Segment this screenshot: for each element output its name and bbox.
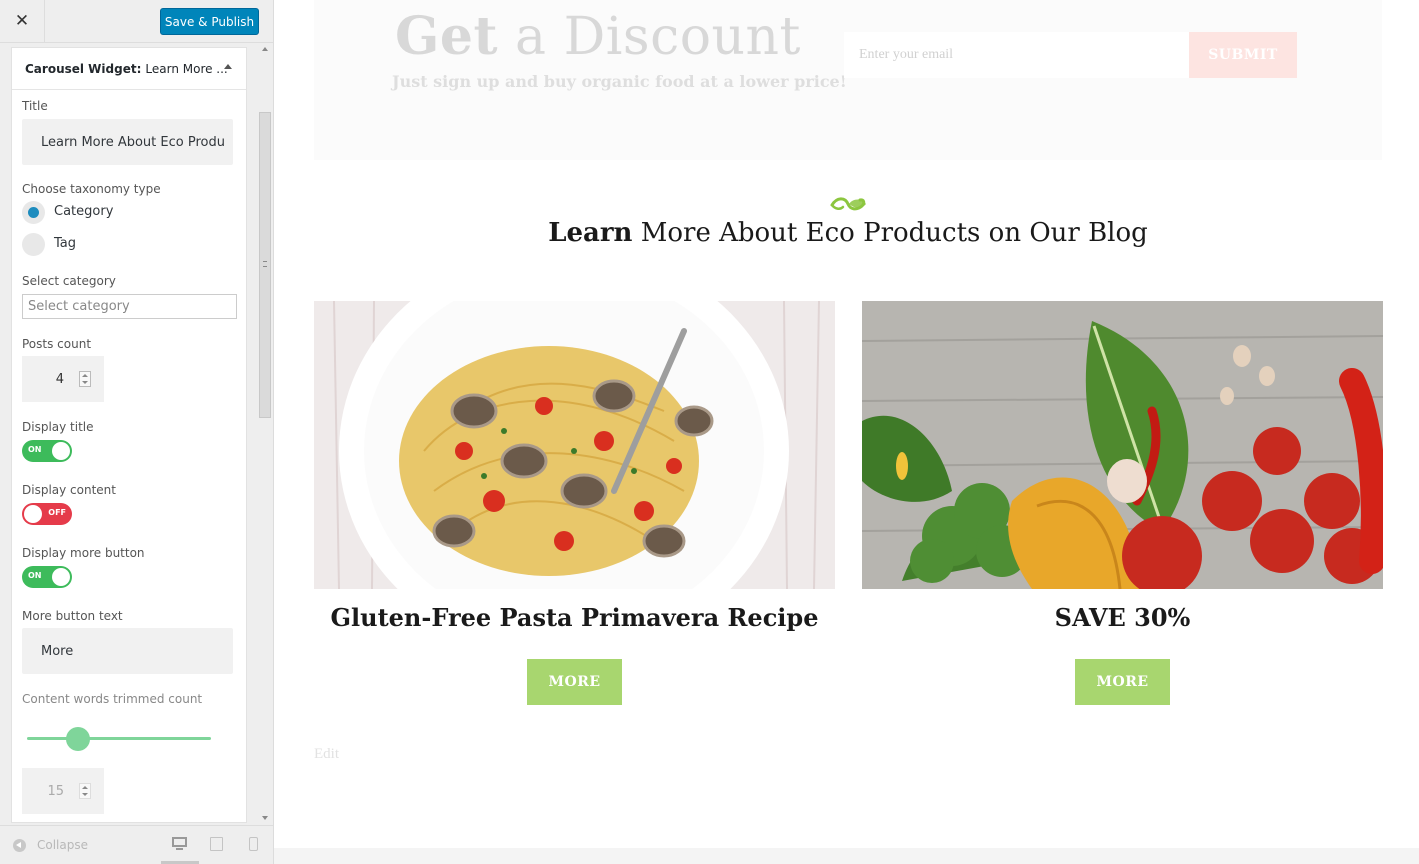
discount-title-rest: a Discount <box>498 7 801 67</box>
discount-title-bold: Get <box>395 6 499 67</box>
site-preview: Get a Discount Just sign up and buy orga… <box>274 0 1419 864</box>
display-content-toggle[interactable]: OFF <box>22 503 72 525</box>
posts-count-value[interactable]: 4 <box>22 356 64 402</box>
toggle-knob <box>24 505 42 523</box>
radio-tag-label[interactable]: Tag <box>54 236 76 251</box>
blog-title-bold: Learn <box>548 218 633 248</box>
taxonomy-label: Choose taxonomy type <box>22 182 161 196</box>
toggle-knob <box>52 442 70 460</box>
display-title-label: Display title <box>22 420 94 434</box>
category-label: Select category <box>22 274 116 288</box>
toggle-state: OFF <box>48 508 66 517</box>
trim-count-label: Content words trimmed count <box>22 692 203 706</box>
scrollbar-thumb[interactable] <box>259 112 271 418</box>
spinner-arrows-icon[interactable] <box>79 371 91 387</box>
title-label: Title <box>22 99 48 113</box>
collapse-button[interactable]: Collapse <box>37 838 88 852</box>
display-content-label: Display content <box>22 483 116 497</box>
widget-title-label: Learn More ... <box>145 61 228 76</box>
mobile-icon[interactable] <box>249 837 258 851</box>
customizer-sidebar: ✕ Save & Publish Carousel Widget: Learn … <box>0 0 274 864</box>
save-publish-button[interactable]: Save & Publish <box>160 8 259 35</box>
posts-count-stepper[interactable]: 4 <box>22 356 104 402</box>
trim-slider-handle[interactable] <box>66 727 90 751</box>
sidebar-scrollbar[interactable] <box>257 43 273 824</box>
widget-panel: Carousel Widget: Learn More ... Title Le… <box>11 47 247 823</box>
toggle-knob <box>52 568 70 586</box>
more-text-label: More button text <box>22 609 123 623</box>
blog-title-rest: More About Eco Products on Our Blog <box>632 218 1148 248</box>
close-icon[interactable]: ✕ <box>0 0 45 42</box>
discount-subtitle: Just sign up and buy organic food at a l… <box>392 72 847 91</box>
edit-link[interactable]: Edit <box>314 746 339 763</box>
discount-section: Get a Discount Just sign up and buy orga… <box>314 0 1382 160</box>
display-title-toggle[interactable]: ON <box>22 440 72 462</box>
vegetables-photo[interactable] <box>862 301 1383 589</box>
spinner-arrows-icon[interactable] <box>79 783 91 799</box>
post-title[interactable]: SAVE 30% <box>862 603 1383 632</box>
radio-category-label[interactable]: Category <box>54 204 113 219</box>
caret-up-icon[interactable] <box>224 64 232 69</box>
more-text-input[interactable]: More <box>22 628 233 674</box>
scroll-up-icon[interactable] <box>262 47 268 51</box>
footer-strip <box>274 848 1419 864</box>
blog-section-title: Learn More About Eco Products on Our Blo… <box>314 218 1382 248</box>
grip-icon <box>263 261 267 267</box>
customizer-header: ✕ Save & Publish <box>0 0 273 43</box>
display-more-label: Display more button <box>22 546 145 560</box>
category-select[interactable]: Select category <box>22 294 237 319</box>
customizer-footer: Collapse <box>0 825 273 864</box>
display-more-toggle[interactable]: ON <box>22 566 72 588</box>
widget-type-label: Carousel Widget: <box>25 61 142 76</box>
scroll-down-icon[interactable] <box>262 816 268 820</box>
widget-panel-header[interactable]: Carousel Widget: Learn More ... <box>12 48 246 90</box>
pasta-clams-photo[interactable] <box>314 301 835 589</box>
discount-title: Get a Discount <box>395 6 801 67</box>
more-button[interactable]: MORE <box>527 659 622 705</box>
collapse-icon[interactable] <box>13 839 26 852</box>
trim-count-value[interactable]: 15 <box>22 768 64 814</box>
radio-tag[interactable] <box>22 233 45 256</box>
email-input[interactable]: Enter your email <box>844 32 1189 78</box>
post-title[interactable]: Gluten-Free Pasta Primavera Recipe <box>314 603 835 632</box>
title-input[interactable]: Learn More About Eco Produ <box>22 119 233 165</box>
desktop-icon[interactable] <box>172 837 187 851</box>
toggle-state: ON <box>28 571 42 580</box>
leaf-swirl-icon <box>830 197 866 211</box>
more-button[interactable]: MORE <box>1075 659 1170 705</box>
tablet-icon[interactable] <box>210 837 223 851</box>
posts-count-label: Posts count <box>22 337 92 351</box>
trim-count-stepper[interactable]: 15 <box>22 768 104 814</box>
toggle-state: ON <box>28 445 42 454</box>
radio-category[interactable] <box>22 201 45 224</box>
submit-button[interactable]: SUBMIT <box>1189 32 1297 78</box>
trim-slider-track[interactable] <box>27 737 211 740</box>
